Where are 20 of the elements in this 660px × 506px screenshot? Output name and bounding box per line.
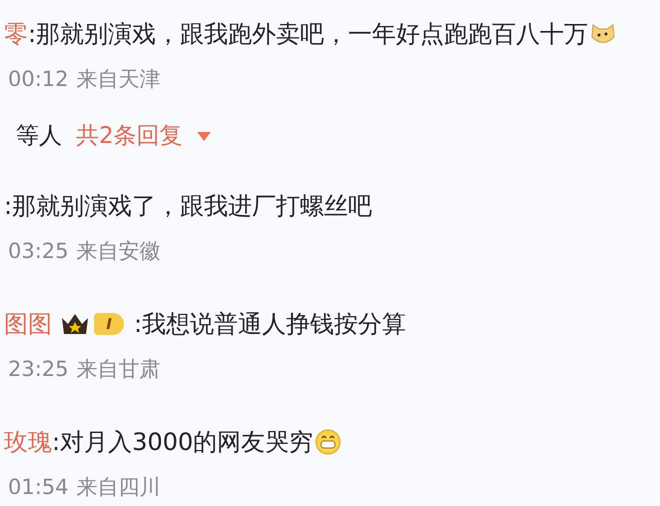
reply-count-link[interactable]: 共2条回复 <box>76 121 183 151</box>
comment-text: :我想说普通人挣钱按分算 <box>134 309 406 340</box>
caret-icon[interactable] <box>196 132 211 140</box>
comment-text: :对月入3000的网友哭穷 <box>52 427 314 458</box>
comment-time: 01:54 <box>8 474 69 500</box>
user-name[interactable]: 零 <box>4 18 28 50</box>
comment-location: 来自甘肃 <box>76 356 161 382</box>
user-name[interactable]: 图图 <box>4 308 52 340</box>
comment-text: :那就别演戏了，跟我进厂打螺丝吧 <box>4 191 372 222</box>
user-name[interactable]: 玫瑰 <box>4 426 52 458</box>
comment-time: 00:12 <box>8 66 69 92</box>
grin-emoji-icon <box>315 429 342 455</box>
comment-location: 来自四川 <box>76 474 161 500</box>
comment-location: 来自天津 <box>76 66 161 92</box>
comment-location: 来自安徽 <box>76 238 161 264</box>
reply-users: 等人 <box>16 122 62 151</box>
level-badge: I <box>94 313 124 335</box>
comment-time: 03:25 <box>8 238 69 264</box>
comment-time: 23:25 <box>8 356 69 382</box>
comment-text: :那就别演戏，跟我跑外卖吧，一年好点跑跑百八十万 <box>28 19 588 50</box>
